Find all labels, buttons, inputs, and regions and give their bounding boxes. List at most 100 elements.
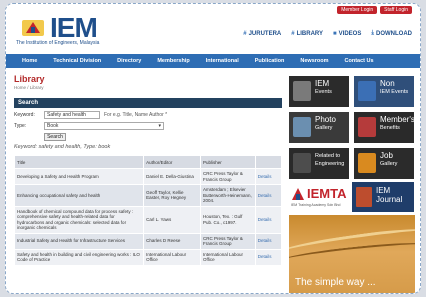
- tile-title: Photo: [315, 115, 336, 124]
- job-gallery-tile[interactable]: Job Gallery: [354, 148, 414, 179]
- tile-subtitle: IEM Events: [380, 89, 409, 95]
- quicklink-download[interactable]: ⤓ DOWNLOAD: [371, 30, 412, 37]
- book-author: Carl L. Yaws: [143, 205, 201, 234]
- book-title-link[interactable]: Safety and health in building and civil …: [13, 248, 145, 266]
- download-icon: ⤓: [371, 30, 374, 36]
- book-title-link[interactable]: Handbook of chemical compound data for p…: [13, 205, 145, 234]
- member-buttons: Member Login Staff Login: [337, 6, 412, 14]
- type-select-value: Book: [47, 123, 59, 129]
- book-publisher: International Labour Office: [200, 248, 256, 266]
- results-table: Title Author/Editor Publisher Developing…: [13, 155, 283, 266]
- journal-subtitle: Journal: [376, 195, 403, 204]
- iem-journal-tile[interactable]: IEM Journal: [352, 182, 414, 212]
- table-row: Enhancing occupational safety and health…: [13, 184, 283, 207]
- details-link[interactable]: Details: [254, 205, 283, 234]
- quicklink-label: JURUTERA: [248, 30, 282, 37]
- quicklink-jurutera[interactable]: # JURUTERA: [243, 30, 281, 37]
- iem-events-tile[interactable]: IEM Events: [289, 76, 349, 107]
- journal-title: IEM: [376, 186, 391, 195]
- link-icon: [293, 153, 311, 173]
- table-header-row: Title Author/Editor Publisher: [13, 155, 283, 169]
- table-row: Handbook of chemical compound data for p…: [13, 205, 283, 234]
- type-row: Type: Book ▾: [14, 122, 282, 130]
- tile-subtitle: Gallery: [315, 125, 333, 131]
- quicklink-videos[interactable]: ■ VIDEOS: [333, 30, 361, 37]
- events-icon: [293, 81, 311, 101]
- events-icon: [358, 81, 376, 101]
- tile-title: Related to: [315, 153, 341, 159]
- page-frame: IEM The Institution of Engineers, Malays…: [5, 3, 421, 294]
- nav-home[interactable]: Home: [14, 58, 45, 64]
- logo-subtitle: The Institution of Engineers, Malaysia: [16, 40, 100, 46]
- nav-international[interactable]: International: [198, 58, 247, 64]
- chevron-down-icon: ▾: [158, 123, 161, 129]
- member-login-button[interactable]: Member Login: [337, 6, 378, 14]
- breadcrumb[interactable]: Home / Library: [14, 85, 282, 90]
- crest-icon: [22, 20, 44, 36]
- search-button[interactable]: Search: [44, 133, 66, 141]
- promo-banner[interactable]: The simple way ...: [289, 215, 415, 293]
- main-content: Library Home / Library Search Keyword: S…: [13, 74, 283, 293]
- tile-subtitle: Engineering: [315, 161, 345, 167]
- iemta-name: IEMTA: [307, 186, 347, 201]
- book-title-link[interactable]: Developing a Safety and Health Program: [13, 168, 145, 185]
- tile-title: Member's: [380, 115, 414, 124]
- nav-directory[interactable]: Directory: [109, 58, 149, 64]
- nav-newsroom[interactable]: Newsroom: [292, 58, 336, 64]
- details-link[interactable]: Details: [254, 184, 283, 207]
- quicklink-library[interactable]: # LIBRARY: [291, 30, 323, 37]
- keyword-hint: For e.g. Title, Name Author *: [104, 112, 168, 118]
- col-author: Author/Editor: [143, 155, 201, 169]
- hash-icon: #: [243, 30, 247, 37]
- photo-gallery-tile[interactable]: Photo Gallery: [289, 112, 349, 143]
- main-nav: Home Technical Division Directory Member…: [6, 54, 420, 68]
- video-icon: ■: [333, 30, 337, 37]
- book-author: Charles D Reese: [143, 232, 201, 250]
- book-publisher: CRC Press Taylor & Francis Group: [200, 168, 256, 185]
- quicklink-label: LIBRARY: [296, 30, 324, 37]
- nav-publication[interactable]: Publication: [247, 58, 293, 64]
- hash-icon: #: [291, 30, 295, 37]
- details-link[interactable]: Details: [254, 168, 283, 185]
- member-benefits-tile[interactable]: Member's Benefits: [354, 112, 414, 143]
- details-link[interactable]: Details: [254, 248, 283, 266]
- page-title: Library: [14, 74, 45, 84]
- tile-title: IEM: [315, 79, 330, 88]
- camera-icon: [293, 117, 311, 137]
- gift-icon: [358, 117, 376, 137]
- col-publisher: Publisher: [200, 155, 256, 169]
- related-engineering-tile[interactable]: Related to Engineering: [289, 148, 349, 179]
- book-author: International Labour Office: [143, 248, 201, 266]
- search-summary: Keyword: safety and health, Type: book: [14, 144, 111, 150]
- quicklink-label: VIDEOS: [338, 30, 362, 37]
- staff-login-button[interactable]: Staff Login: [380, 6, 412, 14]
- nav-contact-us[interactable]: Contact Us: [337, 58, 382, 64]
- nav-membership[interactable]: Membership: [149, 58, 197, 64]
- details-link[interactable]: Details: [254, 232, 283, 250]
- keyword-label: Keyword:: [14, 112, 35, 118]
- table-row: Safety and health in building and civil …: [13, 248, 283, 266]
- book-title-link[interactable]: Industrial Safety and Health for Infrast…: [13, 232, 145, 250]
- iemta-logo-icon: [292, 188, 304, 200]
- col-title: Title: [13, 155, 145, 169]
- tile-subtitle: Events: [315, 89, 332, 95]
- book-publisher: Houston, Tex. : Gulf Pub. Co., c1997.: [200, 205, 256, 234]
- quicklink-label: DOWNLOAD: [376, 30, 412, 37]
- journal-icon: [356, 187, 372, 207]
- type-label: Type:: [14, 123, 27, 129]
- tile-title: Non: [380, 79, 395, 88]
- tile-title: Job: [380, 151, 393, 160]
- book-author: Daniel E. Della-Giustina: [143, 168, 201, 185]
- quicklinks: # JURUTERA # LIBRARY ■ VIDEOS ⤓ DOWNLOAD: [243, 30, 412, 37]
- tile-subtitle: Gallery: [380, 161, 398, 167]
- non-iem-events-tile[interactable]: Non IEM Events: [354, 76, 414, 107]
- search-heading: Search: [14, 98, 282, 108]
- top-header: IEM The Institution of Engineers, Malays…: [6, 4, 420, 52]
- iem-logo[interactable]: IEM The Institution of Engineers, Malays…: [16, 12, 156, 48]
- briefcase-icon: [358, 153, 376, 173]
- book-title-link[interactable]: Enhancing occupational safety and health: [13, 184, 145, 207]
- book-author: Geoff Taylor, Kellie Easter, Roy Hegney: [143, 184, 201, 207]
- nav-technical-division[interactable]: Technical Division: [45, 58, 109, 64]
- type-select[interactable]: Book ▾: [44, 122, 164, 130]
- keyword-input[interactable]: Safety and health: [44, 111, 100, 119]
